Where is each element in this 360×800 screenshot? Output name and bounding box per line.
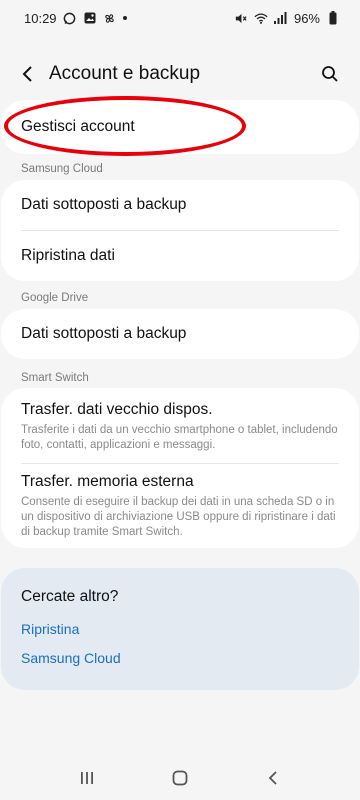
manage-account-item[interactable]: Gestisci account	[1, 100, 359, 154]
status-right: 96%	[234, 11, 340, 26]
whatsapp-icon	[63, 11, 77, 25]
page-title: Account e backup	[49, 63, 201, 84]
smart-switch-card: Trasfer. dati vecchio dispos. Trasferite…	[1, 388, 359, 548]
wifi-icon	[254, 11, 268, 25]
samsung-cloud-backup-item[interactable]: Dati sottoposti a backup	[1, 180, 359, 230]
section-label-google-drive: Google Drive	[21, 292, 89, 304]
item-label: Dati sottoposti a backup	[21, 325, 187, 342]
item-description: Consente di eseguire il backup dei dati …	[21, 495, 336, 538]
notification-dot	[122, 16, 127, 20]
recent-apps-icon	[80, 772, 93, 784]
battery-icon	[326, 11, 340, 25]
back-arrow-icon	[22, 66, 32, 82]
google-drive-card: Dati sottoposti a backup	[1, 309, 359, 359]
back-icon	[269, 771, 277, 785]
google-drive-backup-item[interactable]: Dati sottoposti a backup	[1, 309, 359, 359]
samsung-cloud-link[interactable]: Samsung Cloud	[21, 650, 339, 666]
manage-account-card: Gestisci account	[1, 100, 359, 154]
mute-icon	[234, 11, 248, 25]
samsung-cloud-card: Dati sottoposti a backup Ripristina dati	[1, 180, 359, 281]
search-button[interactable]	[316, 60, 344, 88]
section-label-smart-switch: Smart Switch	[21, 372, 89, 384]
app-header: Account e backup	[0, 52, 360, 96]
manage-account-label: Gestisci account	[21, 118, 135, 135]
home-button[interactable]	[160, 763, 200, 793]
transfer-external-storage-item[interactable]: Trasfer. memoria esterna Consente di ese…	[1, 464, 359, 548]
suggestions-title: Cercate altro?	[21, 588, 119, 605]
item-label: Trasfer. dati vecchio dispos.	[21, 400, 213, 418]
item-label: Dati sottoposti a backup	[21, 196, 187, 213]
restore-link[interactable]: Ripristina	[21, 621, 339, 637]
transfer-old-device-item[interactable]: Trasfer. dati vecchio dispos. Trasferite…	[1, 388, 359, 463]
recent-apps-button[interactable]	[67, 763, 107, 793]
status-left: 10:29	[24, 11, 127, 26]
item-label: Trasfer. memoria esterna	[21, 472, 194, 490]
pinwheel-icon	[103, 11, 117, 25]
home-icon	[172, 770, 188, 786]
samsung-cloud-restore-item[interactable]: Ripristina dati	[1, 231, 359, 281]
system-navbar	[0, 756, 360, 800]
search-icon	[322, 66, 338, 82]
status-bar: 10:29 96%	[0, 0, 360, 36]
suggestions-card: Cercate altro? Ripristina Samsung Cloud	[1, 568, 359, 690]
item-description: Trasferite i dati da un vecchio smartpho…	[21, 423, 338, 451]
section-label-samsung-cloud: Samsung Cloud	[21, 163, 103, 175]
battery-percent: 96%	[293, 10, 320, 26]
signal-icon	[274, 11, 288, 25]
nav-back-button[interactable]	[253, 763, 293, 793]
item-label: Ripristina dati	[21, 247, 115, 264]
gallery-icon	[83, 11, 97, 25]
back-arrow-button[interactable]	[14, 60, 42, 88]
clock: 10:29	[24, 10, 57, 26]
